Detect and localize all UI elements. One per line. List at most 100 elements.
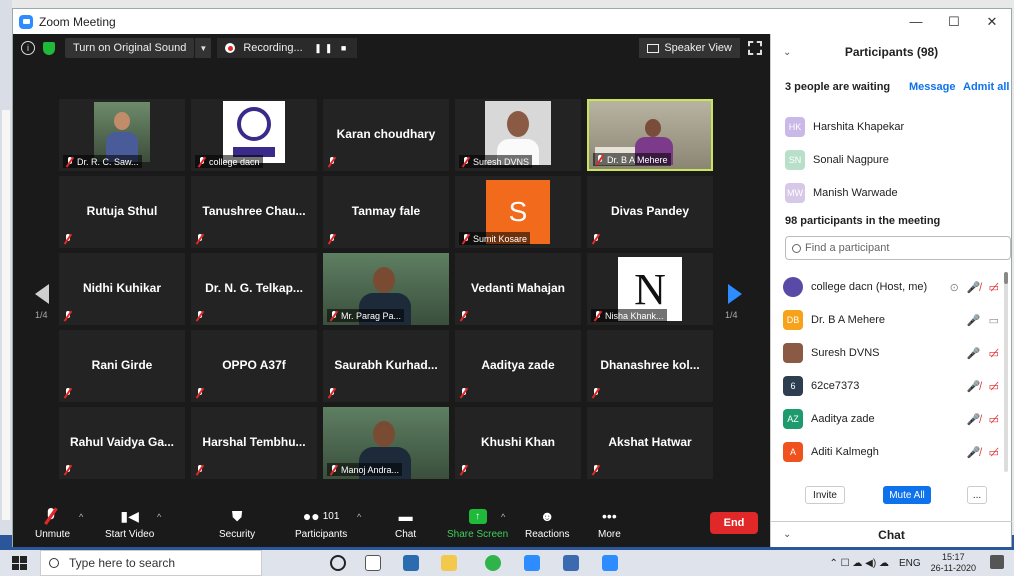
zoom-taskbar-icon[interactable] xyxy=(524,555,540,571)
task-view-icon[interactable] xyxy=(365,555,381,571)
video-tile[interactable]: Rutuja Sthul xyxy=(59,176,185,248)
participant-row[interactable]: A Aditi Kalmegh 🎤̸ ▭̸ xyxy=(783,441,1011,463)
participant-name: Tanushree Chau... xyxy=(202,204,306,218)
video-tile[interactable]: S Sumit Kosare xyxy=(455,176,581,248)
chevron-down-icon[interactable]: ▼ xyxy=(195,38,212,58)
video-tile[interactable]: Tanushree Chau... xyxy=(191,176,317,248)
participant-name: Dr. B A Mehere xyxy=(811,314,885,326)
participant-label-text: Mr. Parag Pa... xyxy=(341,310,402,321)
waiting-participant[interactable]: MW Manish Warwade xyxy=(785,183,898,203)
zoom-app-icon[interactable] xyxy=(602,555,618,571)
original-sound-button[interactable]: Turn on Original Sound xyxy=(65,38,195,58)
video-tile[interactable]: Dr. B A Mehere xyxy=(587,99,713,171)
previous-page-arrow-icon[interactable] xyxy=(35,284,49,304)
participant-row[interactable]: college dacn (Host, me) ⊙ 🎤̸ ▭̸ xyxy=(783,276,1011,298)
notifications-icon[interactable] xyxy=(990,555,1004,569)
video-tile[interactable]: Suresh DVNS xyxy=(455,99,581,171)
waiting-participant[interactable]: HK Harshita Khapekar xyxy=(785,117,904,137)
next-page-arrow-icon[interactable] xyxy=(728,284,742,304)
more-button[interactable]: ••• More xyxy=(598,506,621,540)
start-video-button[interactable]: ▮◀ Start Video xyxy=(105,506,154,541)
unmute-button[interactable]: Unmute xyxy=(35,506,70,540)
participant-row[interactable]: 6 62ce7373 🎤̸ ▭̸ xyxy=(783,375,1011,397)
reactions-button[interactable]: ☻ Reactions xyxy=(525,506,569,540)
video-tile[interactable]: Saurabh Kurhad... xyxy=(323,330,449,402)
video-tile[interactable]: OPPO A37f xyxy=(191,330,317,402)
invite-button[interactable]: Invite xyxy=(805,486,845,504)
chevron-up-icon[interactable]: ^ xyxy=(357,512,361,522)
minimize-button[interactable]: — xyxy=(897,9,935,34)
chrome-icon[interactable] xyxy=(485,555,501,571)
chat-button[interactable]: ▬ Chat xyxy=(395,506,416,540)
participant-row[interactable]: DB Dr. B A Mehere 🎤 ▭ xyxy=(783,309,1011,331)
word-icon[interactable] xyxy=(563,555,579,571)
video-tile[interactable]: Vedanti Mahajan xyxy=(455,253,581,325)
chevron-up-icon[interactable]: ^ xyxy=(79,512,83,522)
video-tile[interactable]: Khushi Khan xyxy=(455,407,581,479)
more-options-button[interactable]: ... xyxy=(967,486,987,504)
find-participant-input[interactable]: Find a participant xyxy=(785,236,1011,260)
video-tile[interactable]: Dr. R. C. Saw... xyxy=(59,99,185,171)
encryption-shield-icon[interactable] xyxy=(43,41,55,55)
video-tile[interactable]: Harshal Tembhu... xyxy=(191,407,317,479)
video-tile[interactable]: Dr. N. G. Telkap... xyxy=(191,253,317,325)
video-tile[interactable]: N Nisha Khank... xyxy=(587,253,713,325)
video-tile[interactable]: Karan choudhary xyxy=(323,99,449,171)
video-off-icon: ▭̸ xyxy=(988,413,999,426)
video-off-icon: ▭̸ xyxy=(988,347,999,360)
end-meeting-button[interactable]: End xyxy=(710,512,758,534)
video-tile[interactable]: Rahul Vaidya Ga... xyxy=(59,407,185,479)
chevron-down-icon[interactable]: ⌄ xyxy=(783,47,791,58)
participants-button[interactable]: ●● 101 Participants xyxy=(295,506,347,540)
video-tile[interactable]: Nidhi Kuhikar xyxy=(59,253,185,325)
store-icon[interactable] xyxy=(403,555,419,571)
cortana-icon[interactable] xyxy=(330,555,346,571)
mic-muted-icon: 🎤̸ xyxy=(966,380,981,393)
security-button[interactable]: ⛊ Security xyxy=(219,506,255,541)
mic-muted-icon xyxy=(328,157,336,167)
participants-icon: ●● 101 xyxy=(302,508,340,524)
mute-all-button[interactable]: Mute All xyxy=(883,486,931,504)
admit-all-link[interactable]: Admit all xyxy=(963,81,1009,93)
windows-start-icon[interactable] xyxy=(12,556,28,570)
speaker-view-button[interactable]: Speaker View xyxy=(639,38,740,58)
mic-muted-icon xyxy=(66,156,74,167)
close-button[interactable]: ✕ xyxy=(973,9,1011,34)
participants-scrollbar[interactable] xyxy=(1004,272,1008,472)
language-indicator[interactable]: ENG xyxy=(899,558,921,569)
chevron-up-icon[interactable]: ^ xyxy=(501,512,505,522)
video-tile[interactable]: Tanmay fale xyxy=(323,176,449,248)
share-screen-button[interactable]: ↑ Share Screen xyxy=(447,506,508,540)
tray-icons[interactable]: ⌃ ☐ ☁ ◀) ☁ xyxy=(829,558,888,569)
window-title: Zoom Meeting xyxy=(39,14,116,29)
video-tile[interactable]: Rani Girde xyxy=(59,330,185,402)
video-tile[interactable]: Mr. Parag Pa... xyxy=(323,253,449,325)
waiting-participant-name: Harshita Khapekar xyxy=(813,121,905,133)
message-link[interactable]: Message xyxy=(909,81,955,93)
recording-indicator: Recording... ❚❚ ■ xyxy=(217,38,358,58)
grid-icon xyxy=(647,43,660,53)
video-tile[interactable]: Divas Pandey xyxy=(587,176,713,248)
participant-name: college dacn (Host, me) xyxy=(811,281,928,293)
taskbar-search-box[interactable]: Type here to search xyxy=(40,550,262,576)
chevron-up-icon[interactable]: ^ xyxy=(157,512,161,522)
clock[interactable]: 15:17 26-11-2020 xyxy=(931,552,976,574)
video-tile[interactable]: Dhanashree kol... xyxy=(587,330,713,402)
participants-header: ⌄ Participants (98) xyxy=(771,40,1012,64)
file-explorer-icon[interactable] xyxy=(441,555,457,571)
chevron-down-icon[interactable]: ⌄ xyxy=(783,529,791,540)
fullscreen-icon[interactable] xyxy=(748,41,762,55)
mic-muted-icon xyxy=(64,234,72,244)
participant-name: Aaditya zade xyxy=(811,413,875,425)
video-tile[interactable]: college dacn xyxy=(191,99,317,171)
pause-stop-icon[interactable]: ❚❚ ■ xyxy=(314,43,349,54)
maximize-button[interactable]: ☐ xyxy=(935,9,973,34)
info-icon[interactable]: i xyxy=(21,41,35,55)
video-tile[interactable]: Aaditya zade xyxy=(455,330,581,402)
record-icon xyxy=(225,43,236,53)
video-tile[interactable]: Manoj Andra... xyxy=(323,407,449,479)
waiting-participant[interactable]: SN Sonali Nagpure xyxy=(785,150,889,170)
participant-row[interactable]: AZ Aaditya zade 🎤̸ ▭̸ xyxy=(783,408,1011,430)
video-tile[interactable]: Akshat Hatwar xyxy=(587,407,713,479)
participant-row[interactable]: Suresh DVNS 🎤 ▭̸ xyxy=(783,342,1011,364)
